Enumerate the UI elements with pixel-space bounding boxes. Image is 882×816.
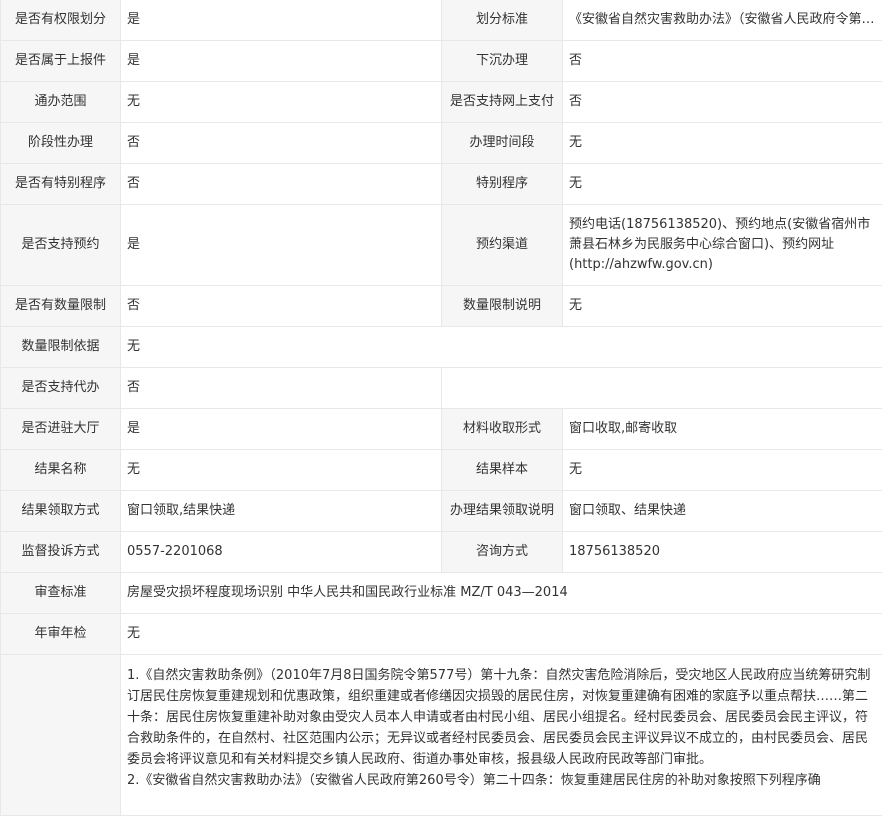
field-value: 无	[121, 614, 882, 655]
table-row: 数量限制依据 无	[1, 327, 882, 368]
legal-basis-item: 1.《自然灾害救助条例》（2010年7月8日国务院令第577号）第十九条：自然灾…	[127, 665, 876, 770]
consult-phone: 18756138520	[563, 532, 882, 573]
field-value: 无	[563, 123, 882, 164]
field-value: 否	[121, 368, 442, 409]
field-value: 窗口收取,邮寄收取	[563, 409, 882, 450]
field-value: 是	[121, 409, 442, 450]
field-label: 咨询方式	[442, 532, 563, 573]
field-label: 划分标准	[442, 0, 563, 41]
field-value: 否	[121, 123, 442, 164]
table-row: 阶段性办理 否 办理时间段 无	[1, 123, 882, 164]
legal-basis-item: 2.《安徽省自然灾害救助办法》（安徽省人民政府第260号令）第二十四条：恢复重建…	[127, 770, 876, 791]
field-label: 是否进驻大厅	[1, 409, 121, 450]
field-value: 无	[563, 450, 882, 491]
legal-basis: 1.《自然灾害救助条例》（2010年7月8日国务院令第577号）第十九条：自然灾…	[121, 655, 882, 816]
field-label: 是否有特别程序	[1, 164, 121, 205]
field-value: 否	[563, 82, 882, 123]
field-value: 无	[121, 450, 442, 491]
table-row: 是否支持预约 是 预约渠道 预约电话(18756138520)、预约地点(安徽省…	[1, 205, 882, 286]
empty-label-cell	[1, 655, 121, 816]
field-label: 办理时间段	[442, 123, 563, 164]
table-row: 监督投诉方式 0557-2201068 咨询方式 18756138520	[1, 532, 882, 573]
field-label: 下沉办理	[442, 41, 563, 82]
table-row: 结果名称 无 结果样本 无	[1, 450, 882, 491]
field-label: 预约渠道	[442, 205, 563, 286]
field-label: 结果样本	[442, 450, 563, 491]
field-value: 否	[121, 286, 442, 327]
table-row: 结果领取方式 窗口领取,结果快递 办理结果领取说明 窗口领取、结果快递	[1, 491, 882, 532]
field-label: 审查标准	[1, 573, 121, 614]
matter-detail-table: 是否有权限划分 是 划分标准 《安徽省自然灾害救助办法》（安徽省人民政府令第26…	[0, 0, 882, 816]
field-label: 通办范围	[1, 82, 121, 123]
field-label: 结果名称	[1, 450, 121, 491]
field-value: 无	[563, 164, 882, 205]
table-row: 是否有权限划分 是 划分标准 《安徽省自然灾害救助办法》（安徽省人民政府令第26…	[1, 0, 882, 41]
field-label: 材料收取形式	[442, 409, 563, 450]
field-label: 办理结果领取说明	[442, 491, 563, 532]
table-row: 是否进驻大厅 是 材料收取形式 窗口收取,邮寄收取	[1, 409, 882, 450]
field-value: 否	[121, 164, 442, 205]
field-label: 特别程序	[442, 164, 563, 205]
table-row: 1.《自然灾害救助条例》（2010年7月8日国务院令第577号）第十九条：自然灾…	[1, 655, 882, 816]
field-label: 是否有权限划分	[1, 0, 121, 41]
field-value: 窗口领取,结果快递	[121, 491, 442, 532]
field-label: 数量限制依据	[1, 327, 121, 368]
field-value: 无	[121, 327, 882, 368]
field-label: 是否有数量限制	[1, 286, 121, 327]
appointment-channels: 预约电话(18756138520)、预约地点(安徽省宿州市萧县石林乡为民服务中心…	[563, 205, 882, 286]
review-standard-value: 房屋受灾损坏程度现场识别 中华人民共和国民政行业标准 MZ/T 043—2014	[121, 573, 882, 614]
empty-cell	[442, 368, 882, 409]
field-label: 是否支持预约	[1, 205, 121, 286]
field-value: 《安徽省自然灾害救助办法》（安徽省人民政府令第260号令）	[569, 10, 876, 30]
table-row: 审查标准 房屋受灾损坏程度现场识别 中华人民共和国民政行业标准 MZ/T 043…	[1, 573, 882, 614]
field-value: 无	[563, 286, 882, 327]
field-label: 年审年检	[1, 614, 121, 655]
field-value: 窗口领取、结果快递	[563, 491, 882, 532]
field-value: 是	[121, 0, 442, 41]
field-value: 无	[121, 82, 442, 123]
table-row: 年审年检 无	[1, 614, 882, 655]
table-row: 是否有数量限制 否 数量限制说明 无	[1, 286, 882, 327]
field-label: 阶段性办理	[1, 123, 121, 164]
table-row: 通办范围 无 是否支持网上支付 否	[1, 82, 882, 123]
field-value: 是	[121, 205, 442, 286]
table-row: 是否属于上报件 是 下沉办理 否	[1, 41, 882, 82]
field-label: 数量限制说明	[442, 286, 563, 327]
complaint-phone: 0557-2201068	[121, 532, 442, 573]
field-value: 否	[563, 41, 882, 82]
field-label: 是否支持代办	[1, 368, 121, 409]
field-value: 是	[121, 41, 442, 82]
table-row: 是否有特别程序 否 特别程序 无	[1, 164, 882, 205]
table-row: 是否支持代办 否	[1, 368, 882, 409]
field-label: 是否支持网上支付	[442, 82, 563, 123]
field-label: 是否属于上报件	[1, 41, 121, 82]
field-label: 结果领取方式	[1, 491, 121, 532]
field-label: 监督投诉方式	[1, 532, 121, 573]
